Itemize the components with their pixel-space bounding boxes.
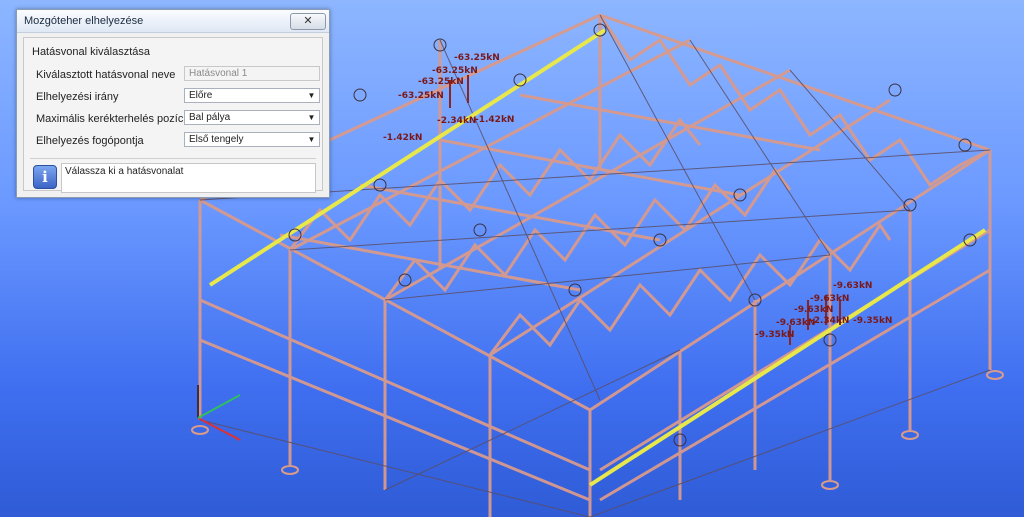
direction-label: Elhelyezési irány [36,91,119,103]
info-message-box: Válassza ki a hatásvonalat [61,163,316,193]
load-label: -9.63kN [810,294,850,304]
info-message: Válassza ki a hatásvonalat [65,166,184,177]
load-label: -63.25kN [432,66,478,76]
load-label: -2.34kN [810,316,850,326]
info-icon: i [33,165,57,189]
axis-x-icon [197,417,241,441]
load-label: -1.42kN [475,115,515,125]
direction-value: Előre [189,90,213,101]
chevron-down-icon[interactable]: ▼ [306,134,317,145]
load-label: -2.34kN [437,116,477,126]
axis-icons [197,385,241,441]
load-label: -63.25kN [454,53,500,63]
crane-rail-lower [588,228,987,487]
chevron-down-icon[interactable]: ▼ [306,90,317,101]
selected-line-value: Hatásvonal 1 [189,68,248,79]
max-wheel-position-label: Maximális kerékterhelés pozíciója [36,113,201,125]
dialog-titlebar[interactable]: Mozgóteher elhelyezése ✕ [17,10,329,33]
direction-dropdown[interactable]: Előre ▼ [184,88,320,103]
dialog-title: Mozgóteher elhelyezése [24,15,144,27]
max-wheel-position-dropdown[interactable]: Bal pálya ▼ [184,110,320,125]
dialog-panel: Hatásvonal kiválasztása Kiválasztott hat… [23,37,323,193]
close-button[interactable]: ✕ [290,13,326,30]
anchor-point-label: Elhelyezés fogópontja [36,135,144,147]
load-label: -9.35kN [755,330,795,340]
load-label: -9.35kN [853,316,893,326]
divider [30,158,316,159]
load-label: -9.63kN [833,281,873,291]
group-title: Hatásvonal kiválasztása [32,46,151,58]
anchor-point-dropdown[interactable]: Első tengely ▼ [184,132,320,147]
load-label: -63.25kN [398,91,444,101]
chevron-down-icon[interactable]: ▼ [306,112,317,123]
axis-y-icon [197,394,241,419]
max-wheel-position-value: Bal pálya [189,112,231,123]
move-load-dialog: Mozgóteher elhelyezése ✕ Hatásvonal kivá… [16,9,330,198]
load-label: -63.25kN [418,77,464,87]
load-label: -9.63kN [794,305,834,315]
anchor-point-value: Első tengely [189,134,244,145]
selected-line-label: Kiválasztott hatásvonal neve [36,69,176,81]
close-icon: ✕ [303,15,313,27]
load-label: -1.42kN [383,133,423,143]
selected-line-field: Hatásvonal 1 [184,66,320,81]
